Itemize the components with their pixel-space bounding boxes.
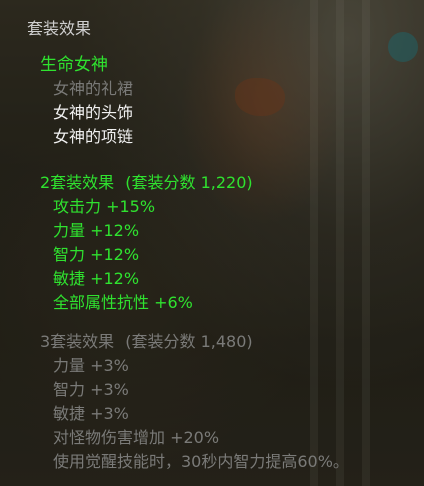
tier2-stat: 敏捷 +12% — [53, 269, 140, 288]
set-piece-equipped: 女神的头饰 — [53, 103, 134, 122]
set-piece-equipped: 女神的项链 — [53, 127, 134, 146]
tier2-stat: 攻击力 +15% — [53, 197, 156, 216]
tier3-score: (套装分数 1,480) — [125, 332, 253, 351]
tier2-heading: 2套装效果 (套装分数 1,220) — [40, 172, 253, 194]
tier2-stat: 全部属性抗性 +6% — [53, 293, 193, 312]
tier2-stat: 智力 +12% — [53, 245, 140, 264]
tier2-score: (套装分数 1,220) — [125, 173, 253, 192]
tier2-stat: 力量 +12% — [53, 221, 140, 240]
tier2-title: 2套装效果 — [40, 173, 115, 192]
set-effect-tooltip: 套装效果 生命女神 女神的礼裙 女神的头饰 女神的项链 2套装效果 (套装分数 … — [0, 0, 424, 486]
tooltip-header: 套装效果 — [27, 19, 92, 38]
tier3-stat: 使用觉醒技能时，30秒内智力提高60%。 — [53, 452, 349, 471]
tier3-stat: 智力 +3% — [53, 380, 129, 399]
tier3-stat: 对怪物伤害增加 +20% — [53, 428, 220, 447]
tier3-heading: 3套装效果 (套装分数 1,480) — [40, 331, 253, 353]
tier3-stat: 敏捷 +3% — [53, 404, 129, 423]
tier3-title: 3套装效果 — [40, 332, 115, 351]
set-piece-unequipped: 女神的礼裙 — [53, 79, 134, 98]
tier3-stat: 力量 +3% — [53, 356, 129, 375]
set-name: 生命女神 — [40, 55, 108, 75]
